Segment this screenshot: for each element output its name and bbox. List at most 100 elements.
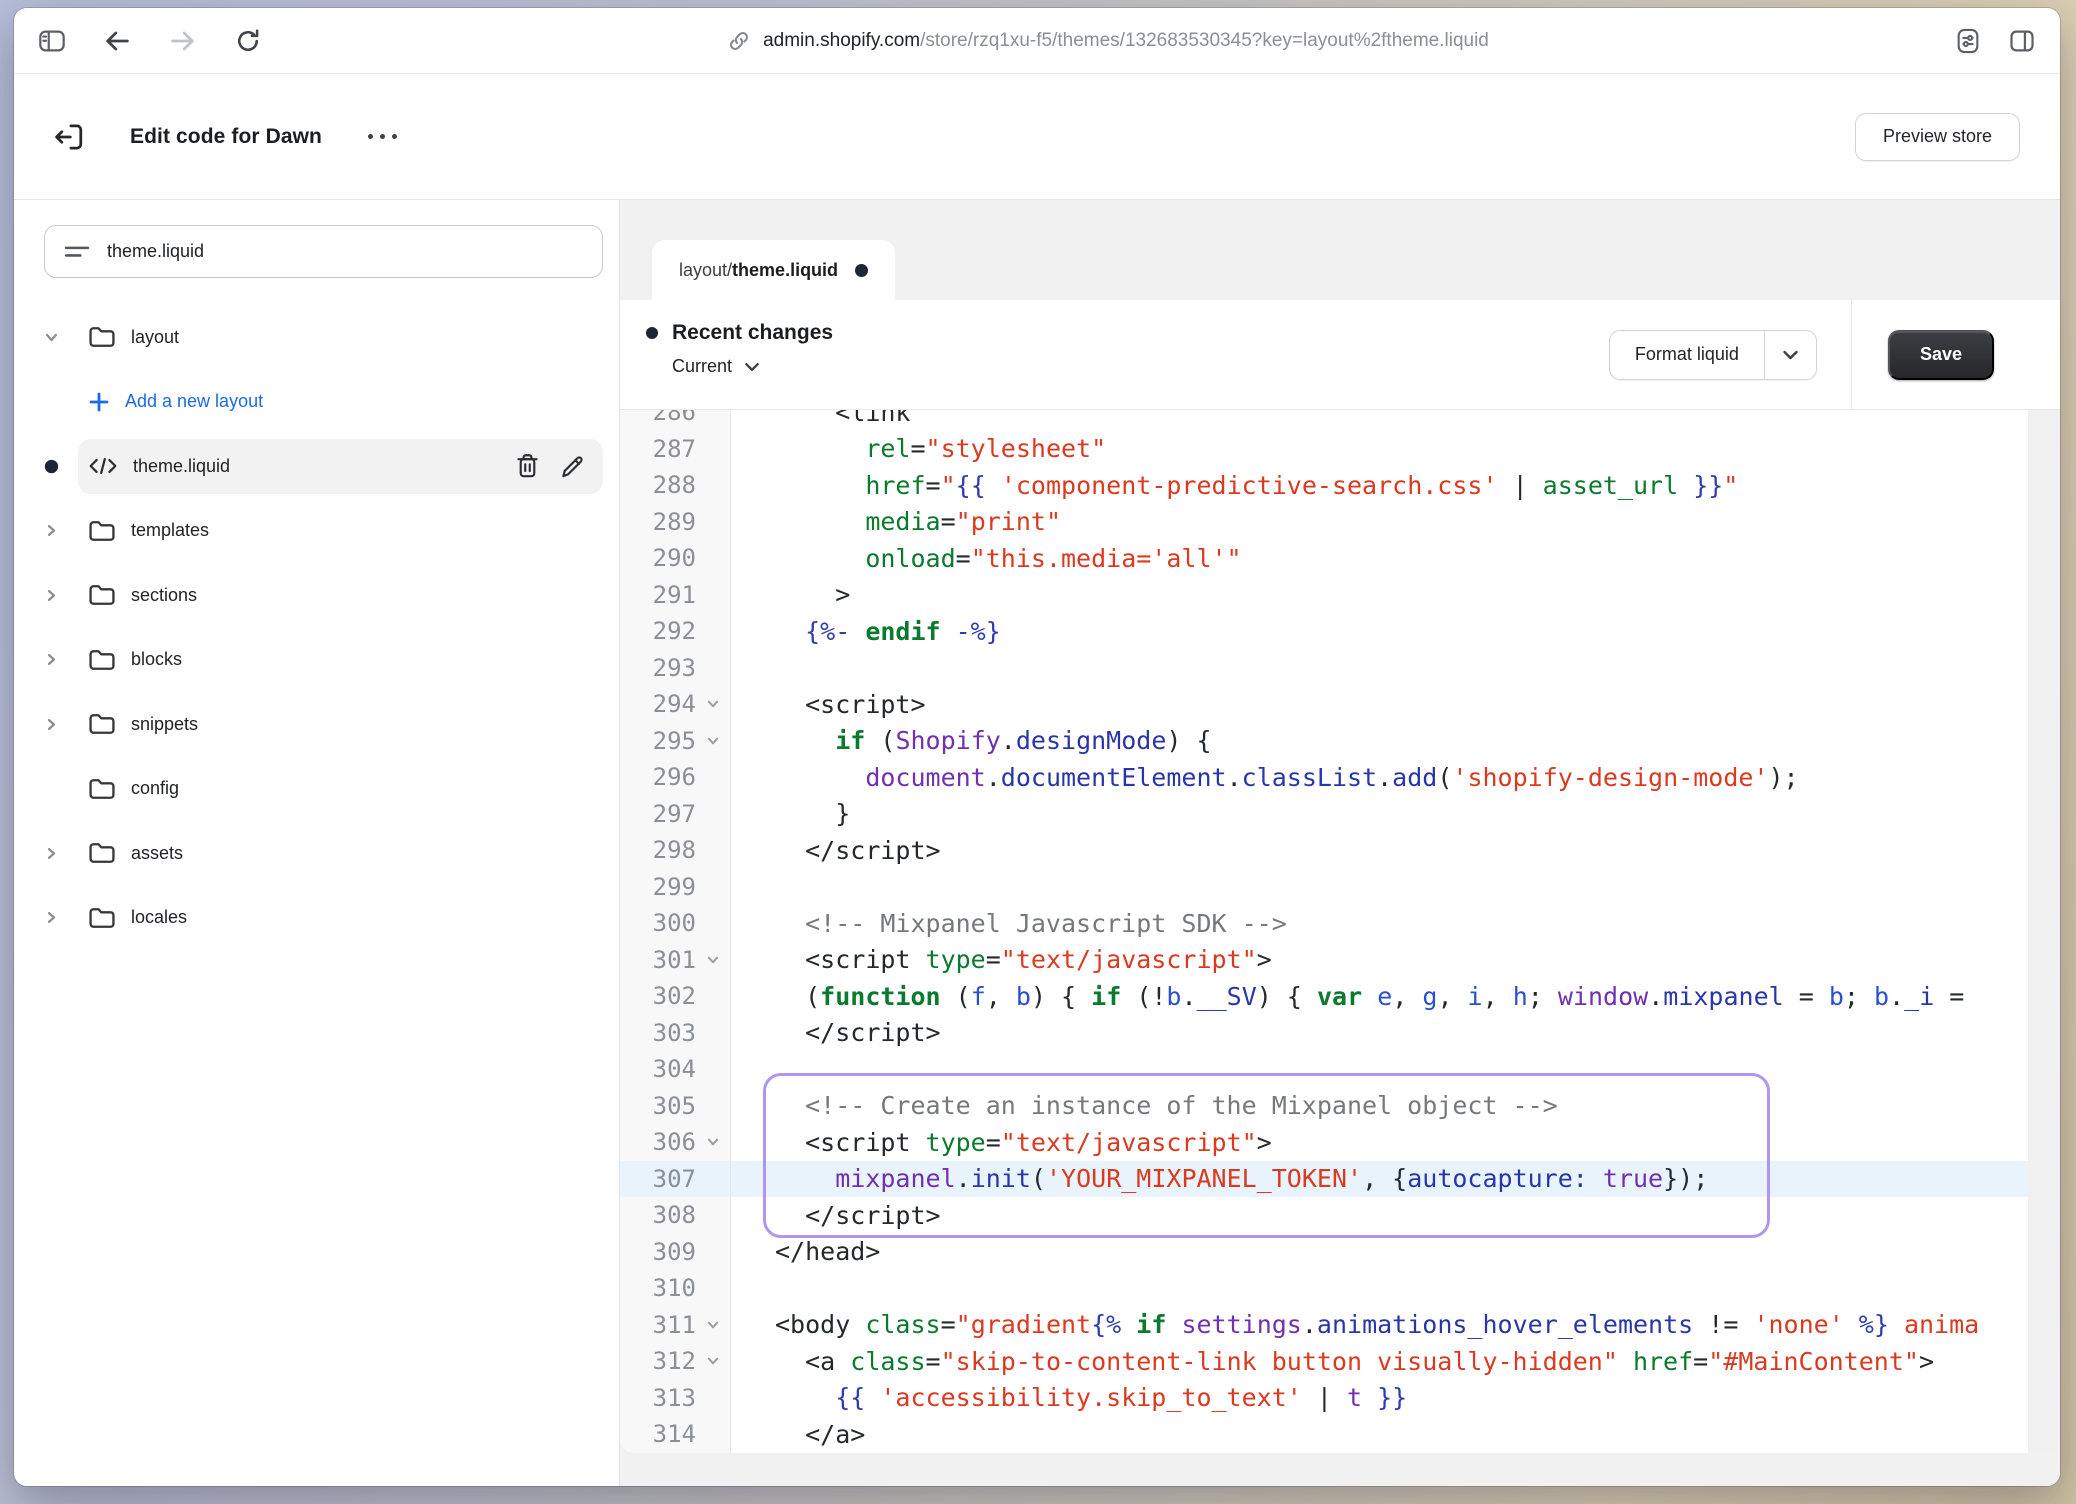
code-line-294[interactable]: 294 <script> bbox=[620, 686, 2060, 723]
code-line-290[interactable]: 290 onload="this.media='all'" bbox=[620, 540, 2060, 577]
tree-marker[interactable] bbox=[44, 588, 78, 603]
chevron-right-icon[interactable] bbox=[44, 588, 59, 603]
sidebar-item-layout[interactable]: layout bbox=[44, 305, 603, 370]
sidebar-item-locales[interactable]: locales bbox=[44, 886, 603, 951]
format-liquid-split-button: Format liquid bbox=[1609, 330, 1817, 380]
fold-icon[interactable] bbox=[706, 734, 720, 748]
code-line-309[interactable]: 309</head> bbox=[620, 1234, 2060, 1271]
chevron-down-icon bbox=[744, 361, 760, 373]
sidebar-item-blocks[interactable]: blocks bbox=[44, 628, 603, 693]
exit-code-editor-icon[interactable] bbox=[52, 121, 86, 153]
chevron-right-icon[interactable] bbox=[44, 523, 59, 538]
code-line-286[interactable]: 286 <link bbox=[620, 410, 2060, 431]
code-line-292[interactable]: 292 {%- endif -%} bbox=[620, 613, 2060, 650]
file-search-input[interactable]: theme.liquid bbox=[44, 225, 603, 278]
chevron-down-icon[interactable] bbox=[44, 330, 59, 345]
code-line-text: </script> bbox=[730, 836, 941, 865]
forward-icon[interactable] bbox=[168, 28, 198, 54]
reload-icon[interactable] bbox=[234, 27, 262, 55]
format-liquid-button[interactable]: Format liquid bbox=[1610, 331, 1764, 379]
code-line-text: } bbox=[730, 799, 850, 828]
fold-icon[interactable] bbox=[706, 1135, 720, 1149]
code-line-text: document.documentElement.classList.add('… bbox=[730, 763, 1799, 792]
fold-icon[interactable] bbox=[706, 1354, 720, 1368]
code-line-305[interactable]: 305 <!-- Create an instance of the Mixpa… bbox=[620, 1088, 2060, 1125]
code-line-304[interactable]: 304 bbox=[620, 1051, 2060, 1088]
page-title: Edit code for Dawn bbox=[130, 125, 322, 149]
code-line-310[interactable]: 310 bbox=[620, 1270, 2060, 1307]
pencil-icon[interactable] bbox=[560, 454, 585, 479]
line-number: 290 bbox=[620, 544, 696, 572]
format-liquid-dropdown[interactable] bbox=[1764, 331, 1816, 379]
fold-icon[interactable] bbox=[706, 1318, 720, 1332]
code-line-293[interactable]: 293 bbox=[620, 650, 2060, 687]
code-line-297[interactable]: 297 } bbox=[620, 796, 2060, 833]
tree-item-label: Add a new layout bbox=[125, 391, 263, 412]
line-number: 299 bbox=[620, 873, 696, 901]
code-line-311[interactable]: 311<body class="gradient{% if settings.a… bbox=[620, 1307, 2060, 1344]
sidebar-item-snippets[interactable]: snippets bbox=[44, 692, 603, 757]
code-line-300[interactable]: 300 <!-- Mixpanel Javascript SDK --> bbox=[620, 905, 2060, 942]
tab-theme-liquid[interactable]: layout/theme.liquid bbox=[652, 240, 895, 300]
tree-marker[interactable] bbox=[44, 846, 78, 861]
chevron-right-icon[interactable] bbox=[44, 717, 59, 732]
code-line-308[interactable]: 308 </script> bbox=[620, 1197, 2060, 1234]
code-line-287[interactable]: 287 rel="stylesheet" bbox=[620, 431, 2060, 468]
code-line-303[interactable]: 303 </script> bbox=[620, 1015, 2060, 1052]
tree-marker[interactable] bbox=[44, 910, 78, 925]
app-header: Edit code for Dawn Preview store bbox=[14, 74, 2060, 200]
tab-strip: layout/theme.liquid bbox=[620, 200, 2060, 300]
line-number: 297 bbox=[620, 800, 696, 828]
sidebar-item-config[interactable]: config bbox=[44, 757, 603, 822]
save-button[interactable]: Save bbox=[1888, 330, 1994, 380]
code-line-301[interactable]: 301 <script type="text/javascript"> bbox=[620, 942, 2060, 979]
tree-marker[interactable] bbox=[44, 717, 78, 732]
url-path: /store/rzq1xu-f5/themes/132683530345?key… bbox=[920, 30, 1489, 51]
line-number: 298 bbox=[620, 836, 696, 864]
preview-store-button[interactable]: Preview store bbox=[1855, 113, 2020, 161]
chevron-right-icon[interactable] bbox=[44, 910, 59, 925]
sidebar-item-sections[interactable]: sections bbox=[44, 563, 603, 628]
code-line-307[interactable]: 307 mixpanel.init('YOUR_MIXPANEL_TOKEN',… bbox=[620, 1161, 2060, 1198]
code-line-299[interactable]: 299 bbox=[620, 869, 2060, 906]
back-icon[interactable] bbox=[102, 28, 132, 54]
url-bar[interactable]: admin.shopify.com/store/rzq1xu-f5/themes… bbox=[262, 29, 1954, 53]
line-number: 303 bbox=[620, 1019, 696, 1047]
version-dropdown[interactable]: Current bbox=[672, 356, 1609, 377]
split-view-icon[interactable] bbox=[2008, 28, 2036, 54]
code-line-295[interactable]: 295 if (Shopify.designMode) { bbox=[620, 723, 2060, 760]
code-line-text: </a> bbox=[730, 1420, 865, 1449]
sidebar-toggle-icon[interactable] bbox=[38, 28, 66, 54]
code-line-text: <!-- Create an instance of the Mixpanel … bbox=[730, 1091, 1558, 1120]
code-line-296[interactable]: 296 document.documentElement.classList.a… bbox=[620, 759, 2060, 796]
sidebar-item-theme-liquid[interactable]: theme.liquid bbox=[44, 434, 603, 499]
code-line-298[interactable]: 298 </script> bbox=[620, 832, 2060, 869]
fold-icon[interactable] bbox=[706, 697, 720, 711]
code-line-302[interactable]: 302 (function (f, b) { if (!b.__SV) { va… bbox=[620, 978, 2060, 1015]
code-line-288[interactable]: 288 href="{{ 'component-predictive-searc… bbox=[620, 467, 2060, 504]
tree-marker[interactable] bbox=[44, 523, 78, 538]
code-line-312[interactable]: 312 <a class="skip-to-content-link butto… bbox=[620, 1343, 2060, 1380]
trash-icon[interactable] bbox=[515, 453, 540, 479]
chevron-right-icon[interactable] bbox=[44, 846, 59, 861]
code-line-291[interactable]: 291 > bbox=[620, 577, 2060, 614]
tree-marker[interactable] bbox=[44, 330, 78, 345]
chevron-right-icon[interactable] bbox=[44, 652, 59, 667]
code-line-306[interactable]: 306 <script type="text/javascript"> bbox=[620, 1124, 2060, 1161]
page-settings-icon[interactable] bbox=[1954, 27, 1982, 55]
sidebar-item-add-a-new-layout[interactable]: Add a new layout bbox=[44, 370, 603, 435]
editor-scrollbar[interactable] bbox=[2028, 410, 2060, 1453]
code-line-313[interactable]: 313 {{ 'accessibility.skip_to_text' | t … bbox=[620, 1380, 2060, 1417]
more-actions-icon[interactable] bbox=[368, 134, 397, 139]
code-line-289[interactable]: 289 media="print" bbox=[620, 504, 2060, 541]
sidebar-item-templates[interactable]: templates bbox=[44, 499, 603, 564]
fold-icon[interactable] bbox=[706, 953, 720, 967]
line-number: 314 bbox=[620, 1420, 696, 1448]
code-line-text: <script type="text/javascript"> bbox=[730, 1128, 1272, 1157]
tree-marker[interactable] bbox=[44, 652, 78, 667]
sidebar-item-assets[interactable]: assets bbox=[44, 821, 603, 886]
line-number: 292 bbox=[620, 617, 696, 645]
line-number: 286 bbox=[620, 410, 696, 426]
code-editor[interactable]: 286 <link287 rel="stylesheet"288 href="{… bbox=[620, 410, 2060, 1453]
code-line-314[interactable]: 314 </a> bbox=[620, 1416, 2060, 1453]
